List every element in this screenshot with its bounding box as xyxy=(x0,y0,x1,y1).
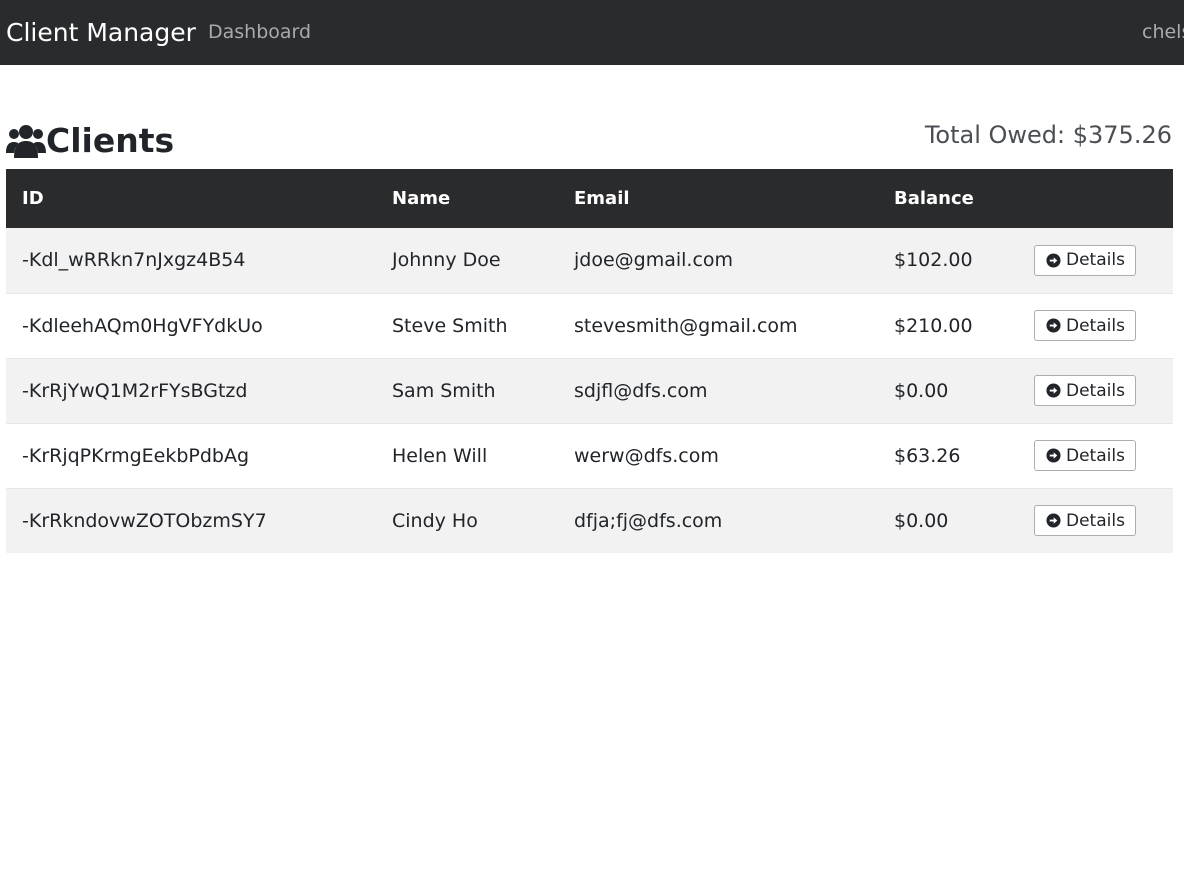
details-button[interactable]: Details xyxy=(1034,375,1136,406)
client-name-cell: Sam Smith xyxy=(392,379,496,402)
client-actions-cell: Details xyxy=(1018,358,1173,423)
client-email-cell: werw@dfs.com xyxy=(574,444,719,467)
client-actions-cell: Details xyxy=(1018,228,1173,293)
client-balance-cell: $0.00 xyxy=(894,509,949,532)
client-balance-cell: $63.26 xyxy=(894,444,961,467)
client-email-cell: stevesmith@gmail.com xyxy=(574,314,798,337)
nav-link-dashboard[interactable]: Dashboard xyxy=(208,19,311,45)
client-email-cell: dfja;fj@dfs.com xyxy=(574,509,723,532)
details-button[interactable]: Details xyxy=(1034,440,1136,471)
clients-table: ID Name Email Balance -Kdl_wRRkn7nJxgz4B… xyxy=(6,169,1173,553)
client-id-cell: -KrRkndovwZOTObzmSY7 xyxy=(22,509,267,532)
details-button[interactable]: Details xyxy=(1034,244,1136,276)
client-name-cell: Helen Will xyxy=(392,444,488,467)
details-button-label: Details xyxy=(1066,380,1125,401)
details-button-label: Details xyxy=(1066,445,1125,466)
header-id: ID xyxy=(22,188,44,209)
header-name: Name xyxy=(392,188,451,209)
page-title: Clients xyxy=(46,121,175,160)
table-header-row: ID Name Email Balance xyxy=(6,169,1173,228)
arrow-circle-right-icon xyxy=(1046,253,1061,268)
client-email-cell: jdoe@gmail.com xyxy=(574,249,734,272)
table-row: -KrRjqPKrmgEekbPdbAg Helen Will werw@dfs.c… xyxy=(6,423,1173,488)
client-actions-cell: Details xyxy=(1018,488,1173,553)
details-button-label: Details xyxy=(1066,250,1125,271)
table-row: -KrRjYwQ1M2rFYsBGtzd Sam Smith sdjfl@dfs.c… xyxy=(6,358,1173,423)
brand-link[interactable]: Client Manager xyxy=(6,17,196,49)
details-button-label: Details xyxy=(1066,315,1125,336)
header-balance: Balance xyxy=(894,188,974,209)
client-name-cell: Johnny Doe xyxy=(392,249,501,272)
arrow-circle-right-icon xyxy=(1046,513,1061,528)
table-row: -Kdl_wRRkn7nJxgz4B54 Johnny Doe jdoe@gmail… xyxy=(6,228,1173,293)
client-balance-cell: $210.00 xyxy=(894,314,973,337)
client-actions-cell: Details xyxy=(1018,423,1173,488)
table-row: -KrRkndovwZOTObzmSY7 Cindy Ho dfja;fj@dfs.… xyxy=(6,488,1173,553)
client-id-cell: -KrRjqPKrmgEekbPdbAg xyxy=(22,444,250,467)
client-id-cell: -KrRjYwQ1M2rFYsBGtzd xyxy=(22,379,248,402)
client-id-cell: -Kdl_wRRkn7nJxgz4B54 xyxy=(22,249,246,272)
page-heading: Clients xyxy=(6,120,174,162)
client-name-cell: Cindy Ho xyxy=(392,509,478,532)
header-email: Email xyxy=(574,188,630,209)
arrow-circle-right-icon xyxy=(1046,318,1061,333)
client-name-cell: Steve Smith xyxy=(392,314,508,337)
total-owed: Total Owed: $375.26 xyxy=(924,121,1172,149)
details-button[interactable]: Details xyxy=(1034,505,1136,537)
client-actions-cell: Details xyxy=(1018,293,1173,358)
client-id-cell: -KdleehAQm0HgVFYdkUo xyxy=(22,314,263,337)
table-row: -KdleehAQm0HgVFYdkUo Steve Smith stevesmit… xyxy=(6,293,1173,358)
arrow-circle-right-icon xyxy=(1046,383,1061,398)
users-icon xyxy=(6,125,46,158)
navbar: Client Manager Dashboard chels xyxy=(0,0,1184,65)
client-email-cell: sdjfl@dfs.com xyxy=(574,379,708,402)
details-button-label: Details xyxy=(1066,510,1125,531)
client-balance-cell: $102.00 xyxy=(894,249,973,272)
header-actions xyxy=(1018,169,1173,228)
client-balance-cell: $0.00 xyxy=(894,379,949,402)
arrow-circle-right-icon xyxy=(1046,448,1061,463)
nav-user-link[interactable]: chels xyxy=(1142,19,1184,45)
details-button[interactable]: Details xyxy=(1034,310,1136,341)
